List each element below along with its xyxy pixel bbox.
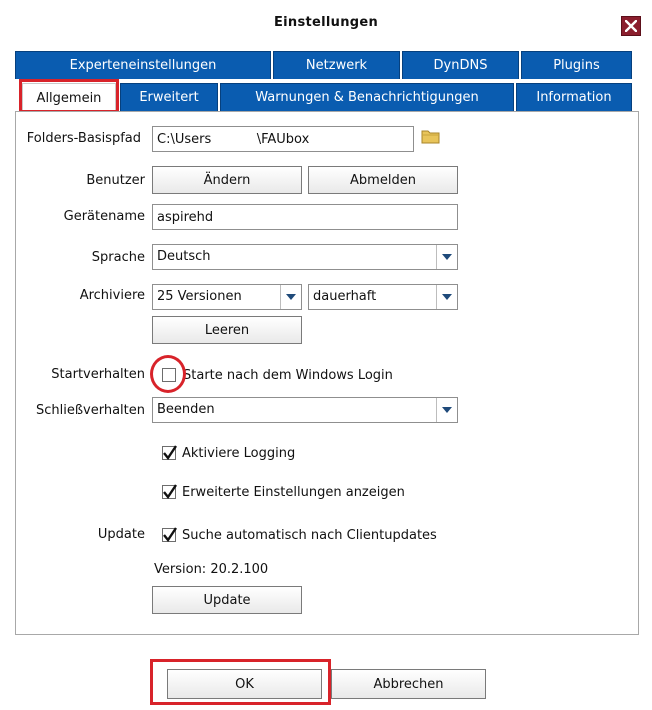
startverhalten-label: Startverhalten [51,367,145,382]
tab-netzwerk[interactable]: Netzwerk [273,51,400,79]
close-icon [625,20,637,32]
checkmark-icon [163,527,177,543]
versionen-value: 25 Versionen [157,289,242,304]
close-button[interactable] [621,16,641,36]
tab-warnungen-benachrichtigungen[interactable]: Warnungen & Benachrichtigungen [220,83,514,111]
highlight-start-login-checkbox [150,355,186,393]
folders-path-input[interactable] [152,126,414,152]
aendern-button[interactable]: Ändern [152,166,302,194]
abmelden-button[interactable]: Abmelden [308,166,458,194]
autoupdate-label: Suche automatisch nach Clientupdates [182,528,437,543]
geraetename-input[interactable] [152,204,458,230]
folder-icon [421,130,440,144]
chevron-down-icon [436,245,457,269]
chevron-down-icon [436,398,457,422]
autoupdate-checkbox[interactable] [162,527,177,543]
tab-erweitert[interactable]: Erweitert [120,83,218,111]
tab-plugins[interactable]: Plugins [521,51,632,79]
logging-label: Aktiviere Logging [182,446,296,461]
abbrechen-button[interactable]: Abbrechen [331,669,486,699]
highlight-allgemein-tab [19,79,119,113]
erweiterte-einstellungen-label: Erweiterte Einstellungen anzeigen [182,485,405,500]
folders-label: Folders-Basispfad [26,131,141,146]
highlight-ok-button [150,659,331,705]
chevron-down-icon [436,285,457,309]
version-text: Version: 20.2.100 [154,562,269,577]
geraetename-label: Gerätename [63,209,145,224]
tab-experteneinstellungen[interactable]: Experteneinstellungen [15,51,271,79]
update-label: Update [97,527,145,542]
versionen-select[interactable]: 25 Versionen [152,284,302,310]
leeren-button[interactable]: Leeren [152,316,302,344]
tab-information[interactable]: Information [516,83,632,111]
checkmark-icon [163,445,177,461]
logging-checkbox[interactable] [162,445,177,461]
chevron-down-icon [280,285,301,309]
sprache-label: Sprache [91,250,145,265]
sprache-select[interactable]: Deutsch [152,244,458,270]
folder-browse-button[interactable] [421,128,441,149]
window-title: Einstellungen [273,15,379,30]
benutzer-label: Benutzer [86,173,145,188]
archiv-dauer-select[interactable]: dauerhaft [308,284,458,310]
erweiterte-einstellungen-checkbox[interactable] [162,484,177,500]
sprache-value: Deutsch [157,249,211,264]
start-login-label: Starte nach dem Windows Login [183,368,393,383]
schliessverhalten-label: Schließverhalten [35,403,145,418]
archiviere-label: Archiviere [79,288,145,303]
tab-dyndns[interactable]: DynDNS [402,51,519,79]
checkmark-icon [163,484,177,500]
schliessverhalten-value: Beenden [157,402,215,417]
update-button[interactable]: Update [152,586,302,614]
archiv-dauer-value: dauerhaft [313,289,377,304]
schliessverhalten-select[interactable]: Beenden [152,397,458,423]
